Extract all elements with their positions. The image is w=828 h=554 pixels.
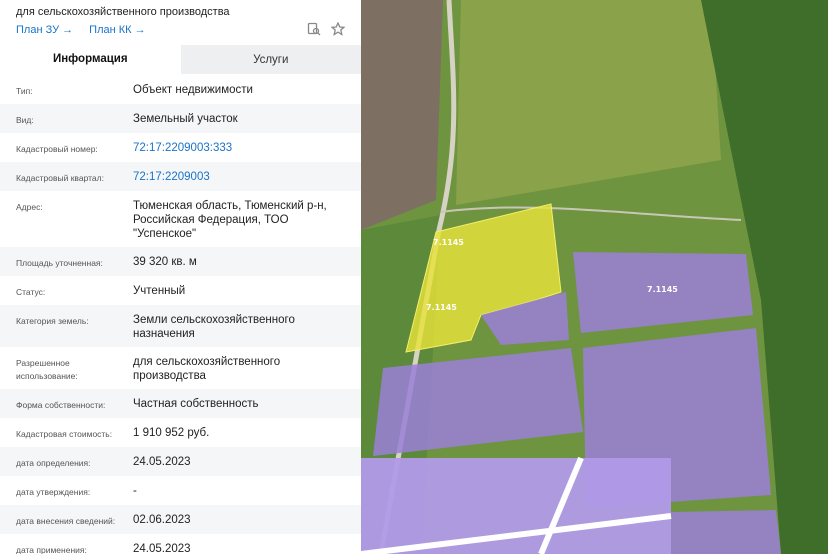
row-label: Категория земель: [16, 316, 89, 326]
panel-title: для сельскохозяйственного производства [16, 6, 230, 18]
row-ownership: Форма собственности: Частная собственнос… [0, 389, 361, 418]
row-value: 24.05.2023 [133, 543, 191, 554]
row-value: 1 910 952 руб. [133, 427, 210, 439]
row-value: Объект недвижимости [133, 84, 253, 96]
cadastral-quarter-link[interactable]: 72:17:2209003 [133, 170, 353, 185]
parcel-label-right: 7.1145 [647, 285, 678, 294]
plowed-field [361, 0, 443, 230]
row-value: Тюменская область, Тюменский р-н, Россий… [133, 200, 327, 240]
row-label: Кадастровый квартал: [16, 173, 104, 183]
row-value: 24.05.2023 [133, 456, 191, 468]
row-label: Адрес: [16, 202, 43, 212]
search-document-icon[interactable] [307, 22, 321, 41]
row-label: дата утверждения: [16, 487, 91, 497]
plan-kk-label: План КК [89, 24, 132, 36]
row-area: Площадь уточненная: 39 320 кв. м [0, 247, 361, 276]
row-label: Кадастровая стоимость: [16, 429, 113, 439]
row-label: дата внесения сведений: [16, 516, 116, 526]
star-icon[interactable] [330, 21, 346, 41]
row-value: для сельскохозяйственного производства [133, 356, 281, 382]
row-value: Частная собственность [133, 398, 259, 410]
cadastral-number-link[interactable]: 72:17:2209003:333 [133, 141, 353, 156]
plan-links: План ЗУ → План КК → [16, 24, 146, 36]
row-label: Статус: [16, 287, 46, 297]
row-permitted-use: Разрешенное использование: для сельскохо… [0, 347, 361, 389]
row-value: 39 320 кв. м [133, 256, 197, 268]
row-kind: Вид: Земельный участок [0, 104, 361, 133]
satellite-map[interactable]: 7.1145 7.1145 7.1145 [361, 0, 828, 554]
parcel-label-bottom: 7.1145 [426, 303, 457, 312]
row-label: дата применения: [16, 545, 87, 554]
row-determination-date: дата определения: 24.05.2023 [0, 447, 361, 476]
plan-zu-label: План ЗУ [16, 24, 60, 36]
plan-kk-link[interactable]: План КК → [89, 24, 145, 36]
plan-zu-link[interactable]: План ЗУ → [16, 24, 73, 36]
row-address: Адрес: Тюменская область, Тюменский р-н,… [0, 191, 361, 247]
row-value: Учтенный [133, 285, 186, 297]
tab-services[interactable]: Услуги [180, 45, 361, 74]
top-icons [307, 21, 346, 41]
row-label: Вид: [16, 115, 34, 125]
arrow-right-icon: → [62, 24, 74, 36]
row-value: Земли сельскохозяйственного назначения [133, 314, 295, 340]
tabs: Информация Услуги [0, 45, 361, 74]
row-land-category: Категория земель: Земли сельскохозяйстве… [0, 305, 361, 347]
row-label: Разрешенное использование: [16, 358, 78, 381]
row-value: 02.06.2023 [133, 514, 191, 526]
arrow-right-icon: → [134, 24, 146, 36]
row-label: Кадастровый номер: [16, 144, 98, 154]
row-status: Статус: Учтенный [0, 276, 361, 305]
row-approval-date: дата утверждения: - [0, 476, 361, 505]
row-label: Форма собственности: [16, 400, 106, 410]
row-cadastral-quarter: Кадастровый квартал: 72:17:2209003 [0, 162, 361, 191]
parcel-purple[interactable] [671, 510, 781, 554]
info-panel: для сельскохозяйственного производства П… [0, 0, 361, 554]
row-type: Тип: Объект недвижимости [0, 75, 361, 104]
parcel-purple[interactable] [361, 458, 671, 554]
parcel-label-top: 7.1145 [433, 238, 464, 247]
map-canvas[interactable]: 7.1145 7.1145 7.1145 [361, 0, 828, 554]
row-entry-date: дата внесения сведений: 02.06.2023 [0, 505, 361, 534]
row-cadastral-number: Кадастровый номер: 72:17:2209003:333 [0, 133, 361, 162]
row-application-date: дата применения: 24.05.2023 [0, 534, 361, 554]
property-table: Тип: Объект недвижимости Вид: Земельный … [0, 75, 361, 554]
tab-info[interactable]: Информация [0, 45, 181, 74]
row-label: дата определения: [16, 458, 91, 468]
row-cadastral-cost: Кадастровая стоимость: 1 910 952 руб. [0, 418, 361, 447]
row-label: Тип: [16, 86, 33, 96]
row-value: - [133, 485, 137, 497]
row-label: Площадь уточненная: [16, 258, 103, 268]
row-value: Земельный участок [133, 113, 238, 125]
